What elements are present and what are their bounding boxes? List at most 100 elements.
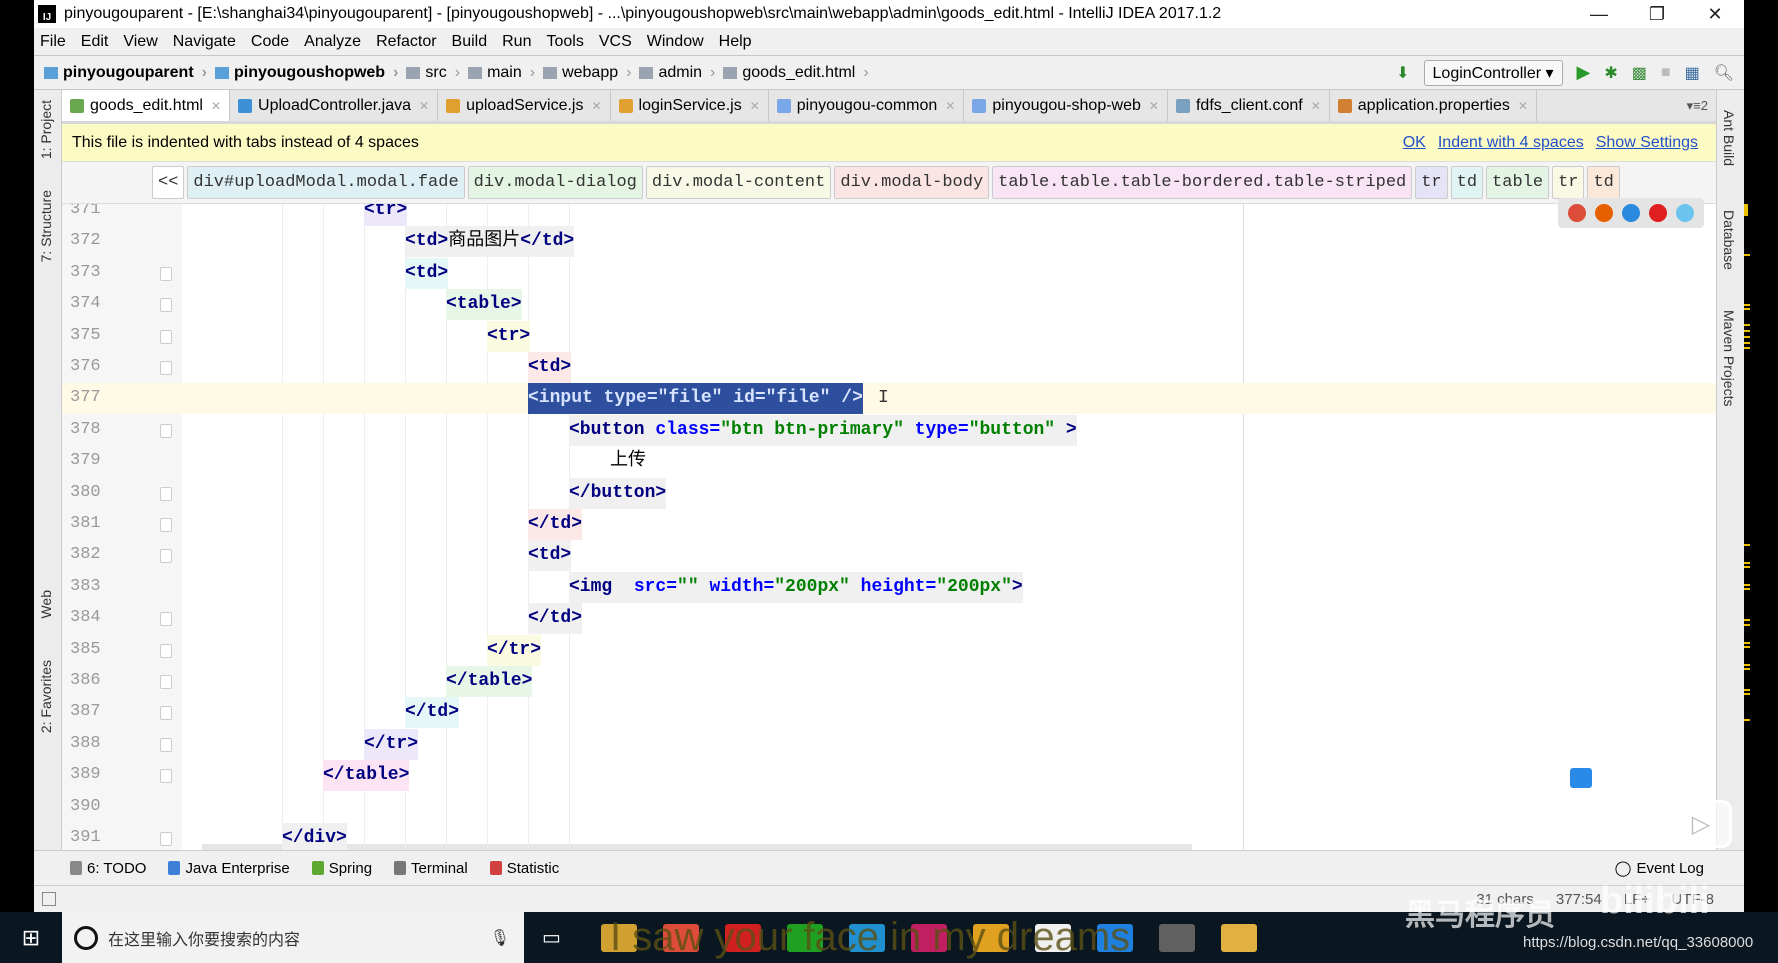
tool-window-2-favorites[interactable]: 2: Favorites xyxy=(38,660,54,733)
menu-refactor[interactable]: Refactor xyxy=(376,33,436,51)
close-tab-icon[interactable]: ✕ xyxy=(1149,99,1159,113)
fold-marker-icon[interactable] xyxy=(160,486,172,501)
code-line[interactable]: </td> xyxy=(62,509,1716,540)
nav-crumb[interactable]: goods_edit.html › xyxy=(723,64,869,82)
ie-icon[interactable] xyxy=(1675,204,1694,222)
minimize-button[interactable]: — xyxy=(1570,4,1628,25)
breadcrumb-item[interactable]: table xyxy=(1486,166,1550,199)
menu-view[interactable]: View xyxy=(123,33,157,51)
tool-window-1-project[interactable]: 1: Project xyxy=(38,100,54,159)
code-line[interactable]: <img src="" width="200px" height="200px"… xyxy=(62,571,1716,603)
breadcrumb-item[interactable]: tr xyxy=(1552,166,1585,199)
fold-marker-icon[interactable] xyxy=(160,612,172,627)
menu-code[interactable]: Code xyxy=(251,33,289,51)
breadcrumb-item[interactable]: div#uploadModal.modal.fade xyxy=(187,166,465,199)
firefox-icon[interactable] xyxy=(1595,204,1614,222)
code-line[interactable]: <input type="file" id="file" /> I xyxy=(62,383,1716,415)
fold-marker-icon[interactable] xyxy=(160,518,172,532)
tab-pinyougou-common[interactable]: pinyougou-common ✕ xyxy=(769,90,965,121)
event-log-button[interactable]: ◯ Event Log xyxy=(1615,859,1704,878)
tool-window-ant-build[interactable]: Ant Build xyxy=(1721,110,1737,166)
fold-marker-icon[interactable] xyxy=(160,769,172,784)
code-line[interactable]: </div> xyxy=(62,823,1716,850)
taskbar-app-icon[interactable] xyxy=(1158,923,1195,952)
project-structure-icon[interactable]: ▦ xyxy=(1685,63,1700,83)
tab-pinyougou-shop-web[interactable]: pinyougou-shop-web ✕ xyxy=(964,90,1168,121)
assistant-icon[interactable] xyxy=(1570,768,1592,788)
code-line[interactable]: </td> xyxy=(62,697,1716,729)
close-tab-icon[interactable]: ✕ xyxy=(1518,99,1528,113)
ok-link[interactable]: OK xyxy=(1403,134,1426,152)
menu-run[interactable]: Run xyxy=(502,33,531,51)
close-button[interactable]: ✕ xyxy=(1686,4,1744,25)
code-line[interactable]: </tr> xyxy=(62,634,1716,666)
code-line[interactable]: </table> xyxy=(62,760,1716,792)
microphone-icon[interactable]: 🎙︎ xyxy=(490,928,510,948)
tab-uploadcontroller-java[interactable]: UploadController.java ✕ xyxy=(230,90,439,121)
run-icon[interactable]: ▶ xyxy=(1577,62,1591,83)
nav-crumb[interactable]: pinyougouparent › xyxy=(44,64,207,82)
close-tab-icon[interactable]: ✕ xyxy=(945,99,955,113)
menu-help[interactable]: Help xyxy=(719,33,752,51)
tab-loginservice-js[interactable]: loginService.js ✕ xyxy=(611,90,769,121)
coverage-icon[interactable]: ▩ xyxy=(1632,63,1647,83)
fold-marker-icon[interactable] xyxy=(160,675,172,689)
tool-java-enterprise[interactable]: Java Enterprise xyxy=(168,860,290,877)
run-configuration-select[interactable]: LoginController ▾ xyxy=(1423,59,1563,86)
restore-button[interactable]: ❐ xyxy=(1628,4,1686,25)
tool-window-web[interactable]: Web xyxy=(38,590,54,619)
toggle-tool-windows-icon[interactable] xyxy=(42,892,56,906)
nav-crumb[interactable]: webapp › xyxy=(543,64,631,82)
code-line[interactable]: <tr> xyxy=(62,204,1716,226)
code-line[interactable] xyxy=(62,792,1716,823)
code-line[interactable]: <tr> xyxy=(62,320,1716,352)
code-line[interactable]: <td> xyxy=(62,352,1716,383)
task-view-icon[interactable]: ▭ xyxy=(542,925,561,950)
fold-marker-icon[interactable] xyxy=(160,329,172,344)
fold-marker-icon[interactable] xyxy=(160,298,172,313)
fold-marker-icon[interactable] xyxy=(160,423,172,438)
tool-terminal[interactable]: Terminal xyxy=(394,860,468,877)
breadcrumb-item[interactable]: tr xyxy=(1415,166,1448,199)
search-icon[interactable]: 🔍︎ xyxy=(1714,63,1734,83)
menu-edit[interactable]: Edit xyxy=(81,33,109,51)
nav-crumb[interactable]: pinyougoushopweb › xyxy=(214,64,398,82)
menu-vcs[interactable]: VCS xyxy=(599,33,632,51)
close-tab-icon[interactable]: ✕ xyxy=(419,99,429,113)
fold-marker-icon[interactable] xyxy=(160,361,172,375)
tab-uploadservice-js[interactable]: uploadService.js ✕ xyxy=(438,90,611,121)
tab-overflow-button[interactable]: ▾≡2 xyxy=(1687,98,1716,114)
tool-statistic[interactable]: Statistic xyxy=(489,860,559,877)
menu-navigate[interactable]: Navigate xyxy=(173,33,236,51)
close-tab-icon[interactable]: ✕ xyxy=(750,99,760,113)
safari-icon[interactable] xyxy=(1621,204,1640,222)
taskbar-search[interactable]: 在这里输入你要搜索的内容 🎙︎ xyxy=(62,912,524,963)
fold-marker-icon[interactable] xyxy=(160,643,172,658)
chrome-icon[interactable] xyxy=(1568,204,1587,222)
show-settings-link[interactable]: Show Settings xyxy=(1596,134,1698,152)
tool-window-7-structure[interactable]: 7: Structure xyxy=(38,190,54,262)
code-line[interactable]: </table> xyxy=(62,666,1716,697)
opera-icon[interactable] xyxy=(1648,204,1667,222)
code-line[interactable]: 上传 xyxy=(62,446,1716,477)
menu-file[interactable]: File xyxy=(40,33,66,51)
breadcrumb-item[interactable]: div.modal-body xyxy=(834,166,990,199)
fold-marker-icon[interactable] xyxy=(160,549,172,564)
caret-position[interactable]: 377:54 xyxy=(1556,891,1602,908)
tool-window-maven-projects[interactable]: Maven Projects xyxy=(1721,310,1737,406)
menu-build[interactable]: Build xyxy=(452,33,488,51)
tab-fdfs-client-conf[interactable]: fdfs_client.conf ✕ xyxy=(1168,90,1330,121)
nav-crumb[interactable]: main › xyxy=(468,64,535,82)
debug-icon[interactable]: ✱ xyxy=(1604,63,1617,83)
fold-marker-icon[interactable] xyxy=(160,832,172,846)
breadcrumb-item[interactable]: table.table.table-bordered.table-striped xyxy=(992,166,1413,199)
breadcrumb-item[interactable]: td xyxy=(1587,166,1620,199)
windows-start-icon[interactable]: ⊞ xyxy=(0,912,62,963)
nav-crumb[interactable]: admin › xyxy=(639,64,715,82)
fold-marker-icon[interactable] xyxy=(160,266,172,281)
code-line[interactable]: <td> xyxy=(62,540,1716,572)
code-line[interactable]: </tr> xyxy=(62,728,1716,760)
tab-application-properties[interactable]: application.properties ✕ xyxy=(1330,90,1537,121)
code-line[interactable]: </td> xyxy=(62,603,1716,635)
tool-6-todo[interactable]: 6: TODO xyxy=(70,860,146,877)
